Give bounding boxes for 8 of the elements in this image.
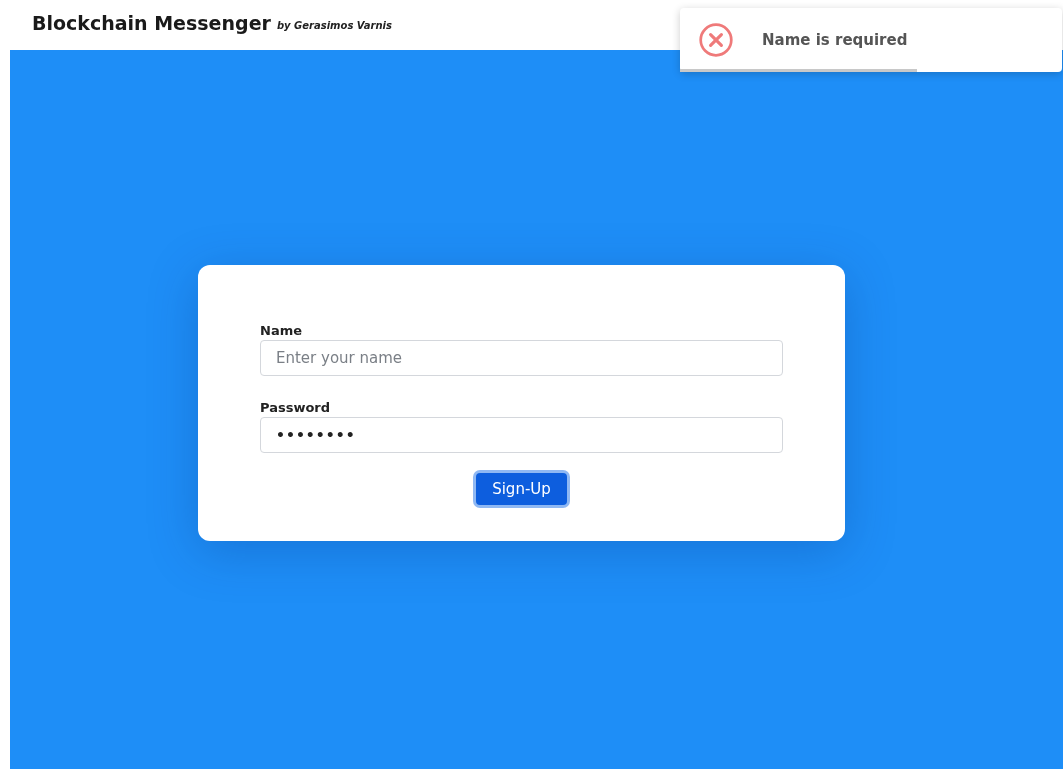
app-title: Blockchain Messenger bbox=[32, 12, 271, 34]
sign-up-button[interactable]: Sign-Up bbox=[476, 472, 567, 505]
input-field[interactable]: •••••••• bbox=[260, 416, 783, 453]
toast-message: Name is required bbox=[762, 31, 908, 49]
input-field[interactable]: Enter your name bbox=[260, 339, 783, 376]
author-byline: by Gerasimos Varnis bbox=[276, 18, 392, 31]
field-label: Password bbox=[260, 399, 331, 415]
field-label: Name bbox=[260, 322, 302, 338]
